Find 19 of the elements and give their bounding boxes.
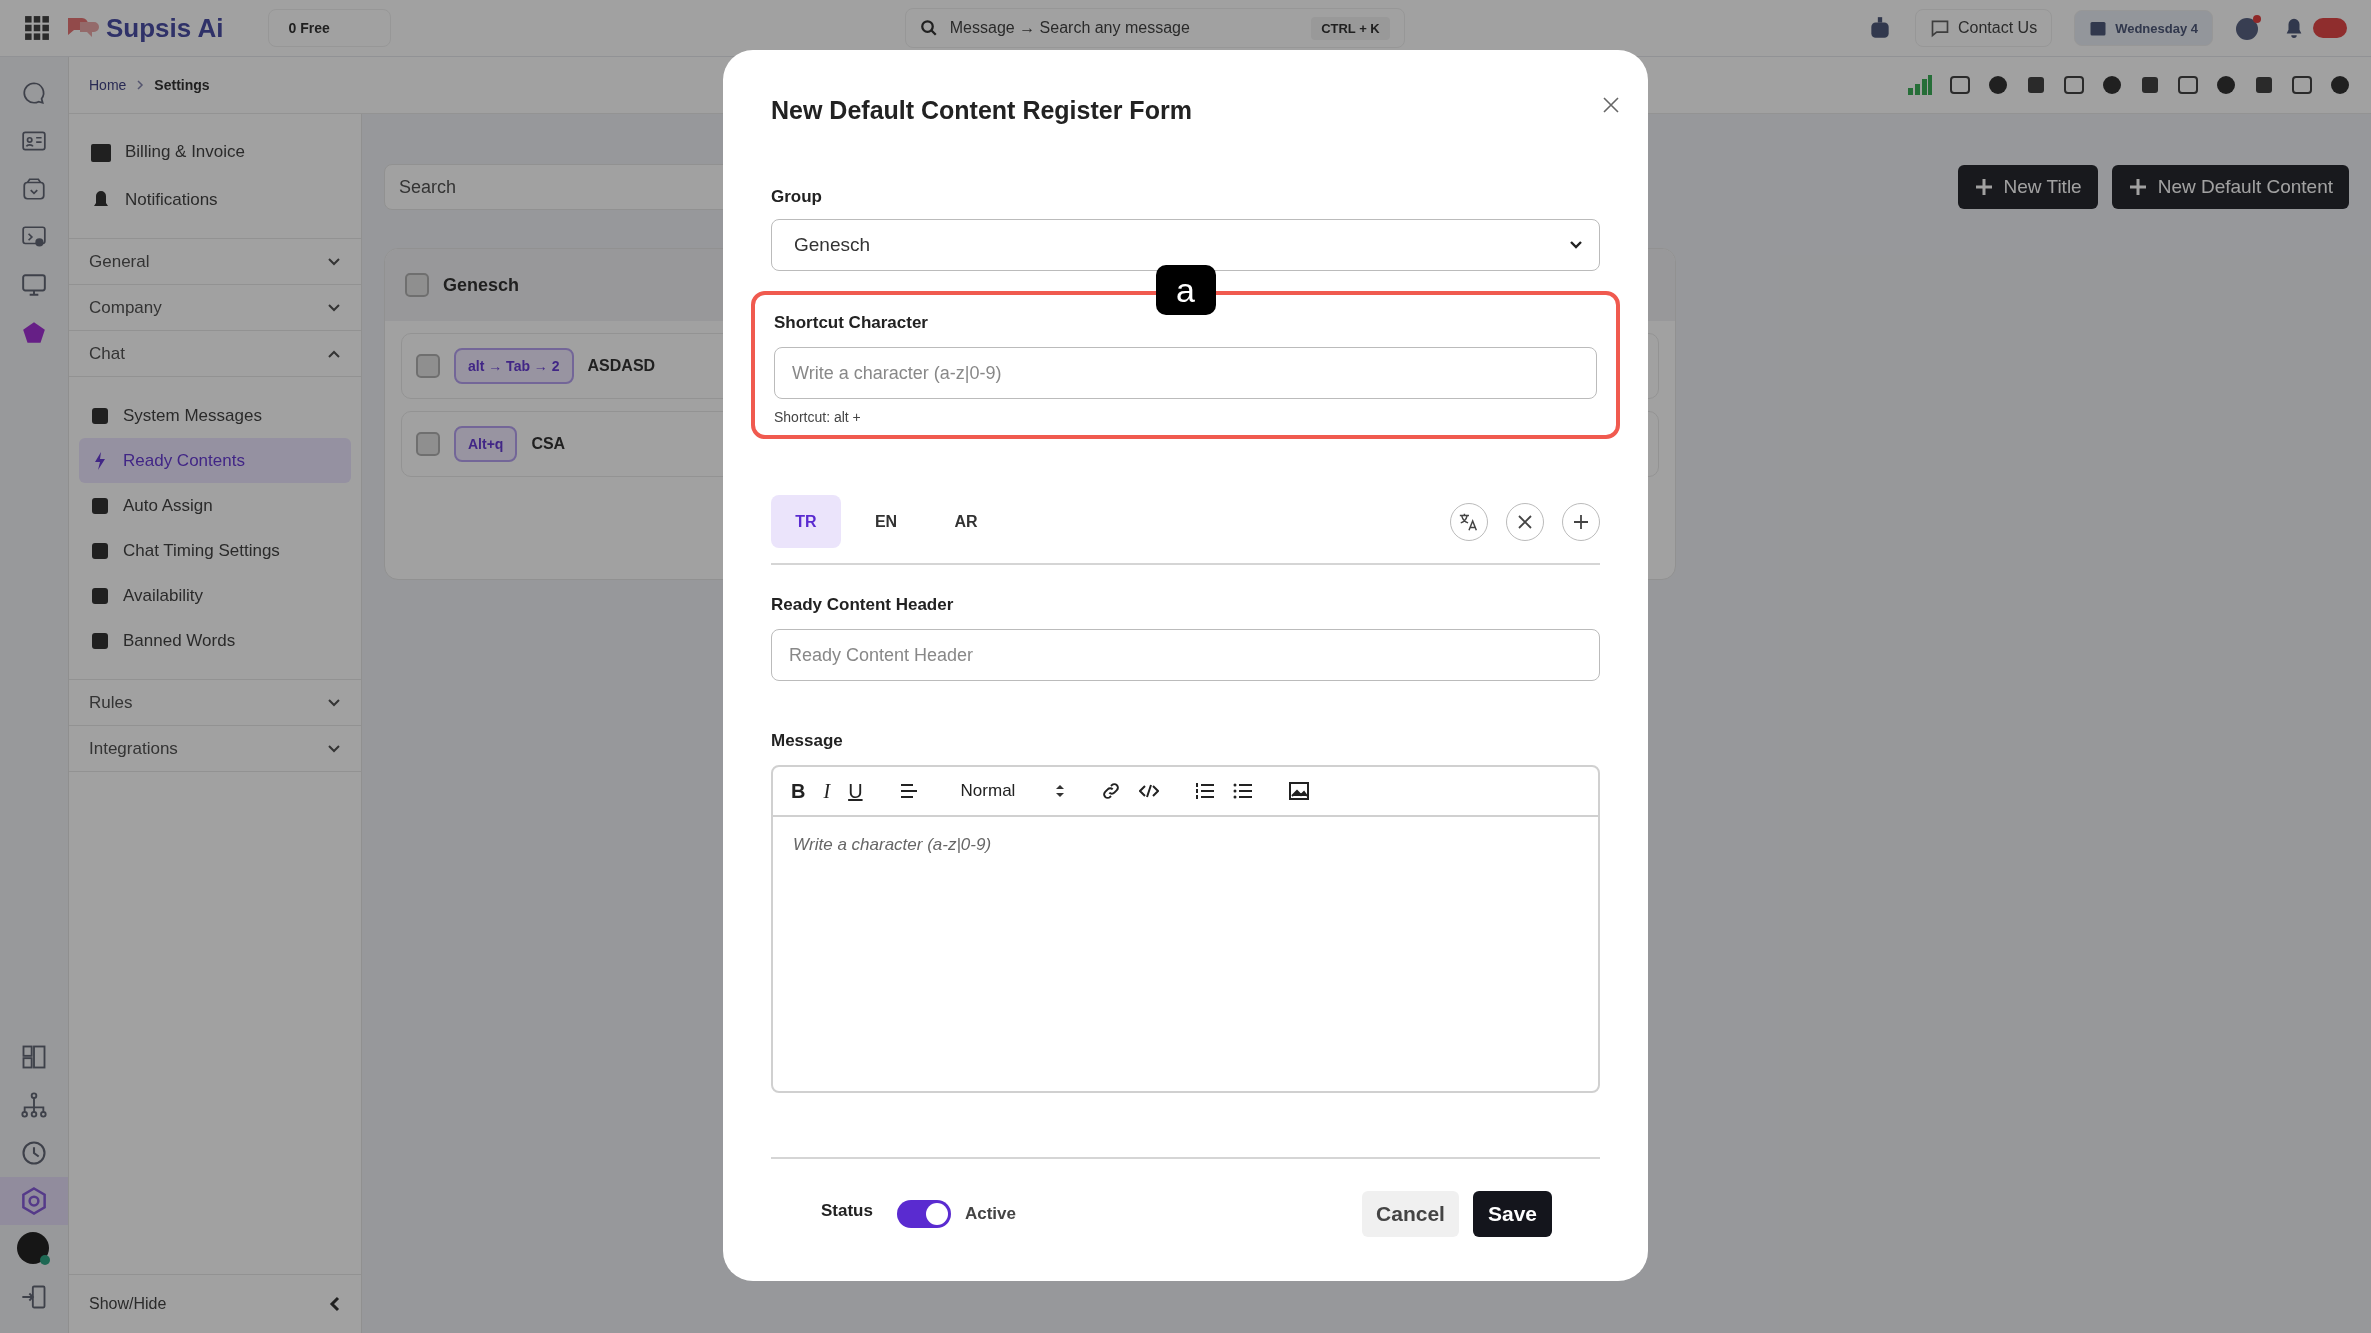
field-label: Group	[771, 187, 823, 207]
search-placeholder: Message → Search any message	[949, 19, 1191, 37]
plan-badge: 0 Free	[267, 9, 391, 47]
shortcut-tag: alt → Tab → 2	[454, 348, 574, 384]
annotation-marker: a	[1155, 265, 1216, 315]
breadcrumb-current: Settings	[154, 77, 210, 93]
status-text: Active	[964, 1204, 1016, 1224]
group-name: Genesch	[443, 274, 520, 296]
field-label: Ready Content Header	[771, 595, 955, 615]
field-label: Message	[771, 731, 844, 751]
keyboard-shortcut: CTRL + K	[1311, 16, 1390, 40]
field-label: Shortcut Character	[774, 313, 929, 333]
shortcut-tag: Alt+q	[454, 426, 518, 462]
status-label: Status	[821, 1201, 873, 1221]
dialog-title: New Default Content Register Form	[771, 96, 1192, 125]
logo-text: Supsis Ai	[106, 12, 224, 44]
content-title: CSA	[531, 435, 566, 453]
content-title: ASDASD	[587, 357, 656, 375]
shortcut-hint: Shortcut: alt +	[774, 409, 862, 425]
